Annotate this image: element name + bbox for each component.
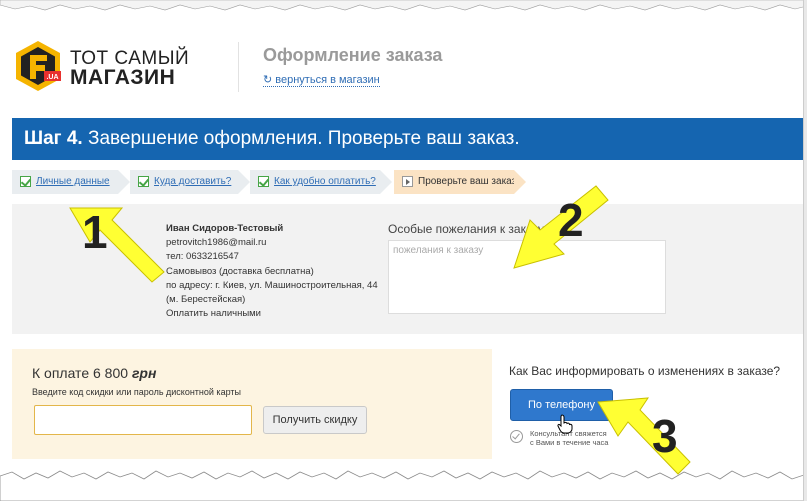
- customer-details: Иван Сидоров-Тестовый petrovitch1986@mai…: [166, 222, 378, 321]
- discount-code-label: Введите код скидки или пароль дисконтной…: [32, 387, 241, 397]
- get-discount-button[interactable]: Получить скидку: [263, 406, 367, 434]
- step-delivery[interactable]: Куда доставить?: [130, 170, 250, 194]
- step-number: Шаг 4.: [24, 128, 83, 149]
- torn-edge-right: [803, 0, 807, 501]
- step-payment-method[interactable]: Как удобно оплатить?: [250, 170, 392, 194]
- customer-phone: тел: 0633216547: [166, 251, 239, 263]
- step-banner-text: Шаг 4. Завершение оформления. Проверьте …: [24, 128, 520, 150]
- store-logo-icon[interactable]: .UA: [12, 40, 64, 92]
- consultant-note: Консультант свяжется с Вами в течение ча…: [530, 429, 608, 447]
- checkout-steps: Личные данные Куда доставить? Как удобно…: [12, 170, 552, 194]
- notify-question: Как Вас информировать о изменениях в зак…: [509, 364, 781, 378]
- header-divider: [238, 42, 239, 92]
- discount-code-input[interactable]: [34, 405, 252, 435]
- total-currency: грн: [131, 365, 157, 381]
- torn-edge-bottom: [0, 470, 807, 501]
- checkbox-checked-icon: [138, 176, 149, 187]
- logo-text-bottom: МАГАЗИН: [70, 66, 176, 89]
- step-description: Завершение оформления. Проверьте ваш зак…: [82, 128, 520, 149]
- delivery-metro: (м. Берестейская): [166, 294, 246, 306]
- order-wishes-field[interactable]: [388, 240, 666, 314]
- check-circle-icon: [510, 430, 523, 443]
- checkbox-checked-icon: [20, 176, 31, 187]
- back-to-shop-label: вернуться в магазин: [275, 74, 380, 86]
- payment-panel: К оплате 6 800 грн Введите код скидки ил…: [12, 349, 492, 459]
- step-personal-data[interactable]: Личные данные: [12, 170, 130, 194]
- total-amount: К оплате 6 800 грн: [32, 365, 156, 381]
- step-banner: Шаг 4. Завершение оформления. Проверьте …: [12, 118, 807, 160]
- step-label: Проверьте ваш заказ.: [418, 176, 519, 187]
- step-review-order: Проверьте ваш заказ.: [394, 170, 526, 194]
- notify-by-phone-button[interactable]: По телефону: [510, 389, 613, 421]
- customer-name: Иван Сидоров-Тестовый: [166, 223, 284, 234]
- order-summary-panel: Иван Сидоров-Тестовый petrovitch1986@mai…: [12, 204, 807, 334]
- total-value: 6 800: [93, 365, 129, 381]
- wishes-label: Особые пожелания к заказу: [388, 222, 545, 236]
- checkbox-checked-icon: [258, 176, 269, 187]
- payment-method: Оплатить наличными: [166, 308, 261, 320]
- site-header: .UA ТОТ САМЫЙ МАГАЗИН Оформление заказа …: [0, 0, 807, 110]
- step-label: Как удобно оплатить?: [274, 176, 376, 187]
- annotation-number-3: 3: [652, 410, 678, 462]
- page-title: Оформление заказа: [263, 45, 443, 65]
- delivery-address: по адресу: г. Киев, ул. Машиностроительн…: [166, 279, 378, 291]
- total-label: К оплате: [32, 365, 93, 381]
- logo-badge: .UA: [46, 74, 58, 81]
- screenshot-frame: .UA ТОТ САМЫЙ МАГАЗИН Оформление заказа …: [0, 0, 807, 501]
- consultant-note-line2: с Вами в течение часа: [530, 438, 609, 447]
- step-label: Личные данные: [36, 176, 110, 187]
- consultant-note-line1: Консультант свяжется: [530, 429, 607, 438]
- step-label: Куда доставить?: [154, 176, 232, 187]
- delivery-method: Самовывоз (доставка бесплатна): [166, 265, 314, 277]
- back-to-shop-link[interactable]: ↻ вернуться в магазин: [263, 73, 380, 87]
- customer-email: petrovitch1986@mail.ru: [166, 237, 267, 249]
- current-step-icon: [402, 176, 413, 187]
